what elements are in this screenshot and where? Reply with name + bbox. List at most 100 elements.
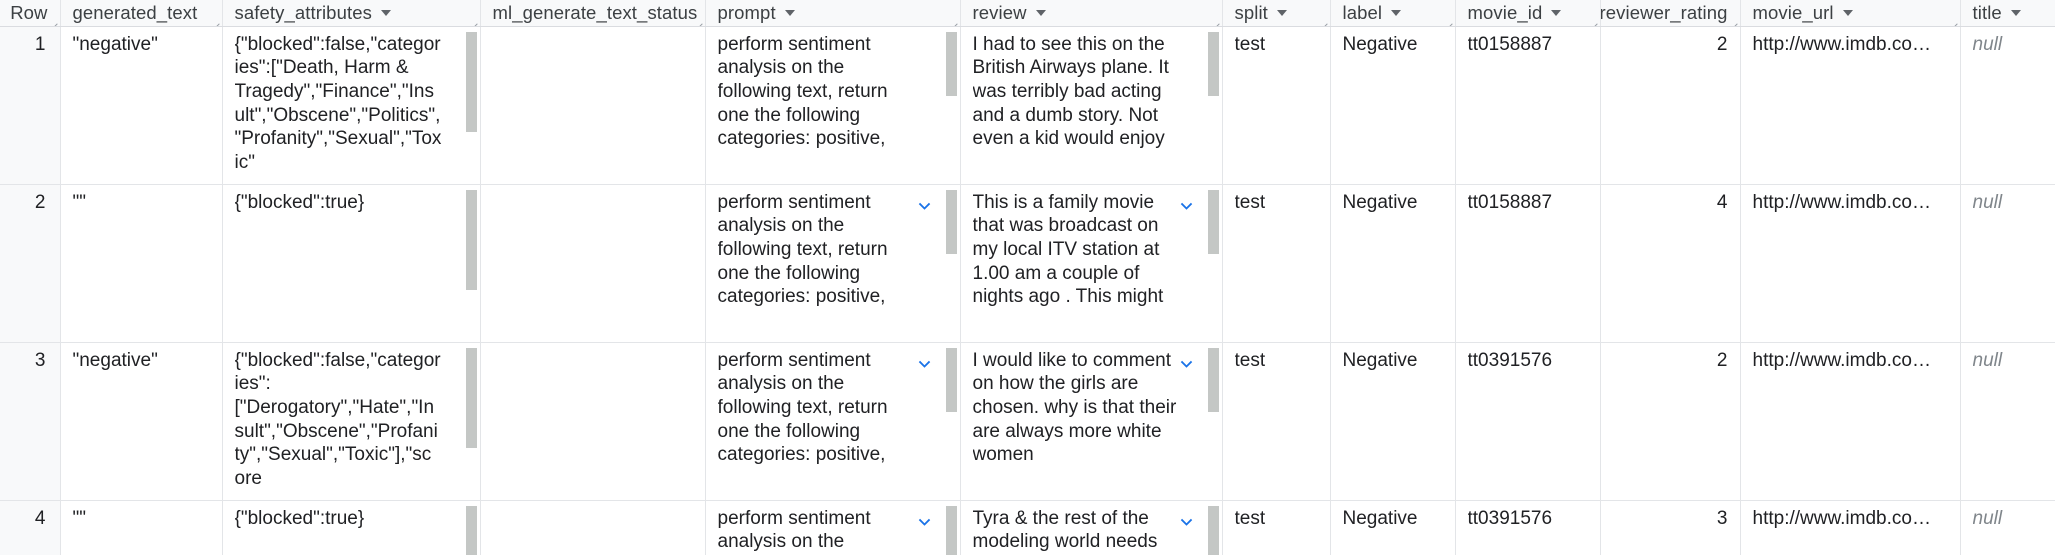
- column-resize-handle[interactable]: [1590, 17, 1599, 26]
- column-resize-handle[interactable]: [1212, 17, 1221, 26]
- cell-split: test: [1222, 500, 1331, 555]
- cell-scrollbar-review[interactable]: [1207, 189, 1219, 254]
- cell-text: http://www.imdb.co…: [1752, 507, 1931, 529]
- cell-safety_attributes: {"blocked":true}: [222, 500, 481, 555]
- cell-content: tt0158887: [1468, 33, 1588, 57]
- cell-content: http://www.imdb.co…: [1753, 507, 1948, 531]
- table-row[interactable]: 1 "negative" {"blocked":false,"categories"…: [0, 26, 2055, 185]
- cell-label: Negative: [1330, 342, 1456, 501]
- cell-scrollbar-prompt[interactable]: [945, 31, 957, 96]
- chevron-down-icon[interactable]: [1391, 10, 1402, 17]
- cell-text: test: [1234, 33, 1266, 55]
- expand-cell-chevron-down-icon[interactable]: [1177, 354, 1196, 373]
- expand-cell-chevron-down-icon[interactable]: [915, 512, 934, 531]
- cell-text: "": [72, 191, 87, 213]
- cell-content: null: [1973, 349, 2044, 373]
- cell-content: http://www.imdb.co…: [1753, 191, 1948, 215]
- chevron-down-icon[interactable]: [1276, 10, 1287, 17]
- column-header-content: ml_generate_text_status: [493, 3, 698, 23]
- column-resize-handle[interactable]: [950, 17, 959, 26]
- column-header-Row[interactable]: Row: [0, 0, 61, 27]
- cell-scrollbar-prompt[interactable]: [945, 347, 957, 412]
- expand-cell-chevron-down-icon[interactable]: [915, 196, 934, 215]
- column-header-title[interactable]: title: [1960, 0, 2055, 27]
- chevron-down-icon[interactable]: [784, 10, 795, 17]
- column-header-ml_generate_text_status[interactable]: ml_generate_text_status: [480, 0, 706, 27]
- cell-generated_text: "negative": [60, 342, 223, 501]
- column-header-generated_text[interactable]: generated_text: [60, 0, 223, 27]
- results-table: Row generated_text safety_attributes ml_gen…: [0, 0, 2055, 555]
- cell-text: null: [1972, 507, 2003, 529]
- column-header-movie_url[interactable]: movie_url: [1740, 0, 1961, 27]
- cell-scrollbar-safety_attributes[interactable]: [465, 505, 477, 555]
- cell-generated_text: "": [60, 184, 223, 343]
- cell-scrollbar-review[interactable]: [1207, 505, 1219, 555]
- table-header: Row generated_text safety_attributes ml_gen…: [0, 0, 2055, 27]
- chevron-down-icon[interactable]: [1551, 10, 1562, 17]
- table-row[interactable]: 3 "negative" {"blocked":false,"categories"…: [0, 342, 2055, 501]
- cell-text: 4: [34, 507, 46, 529]
- chevron-down-icon[interactable]: [380, 10, 391, 17]
- cell-content: tt0158887: [1468, 191, 1588, 215]
- column-header-content: movie_url: [1753, 3, 1948, 23]
- column-resize-handle[interactable]: [50, 17, 59, 26]
- column-resize-handle[interactable]: [212, 17, 221, 26]
- column-header-safety_attributes[interactable]: safety_attributes: [222, 0, 481, 27]
- cell-scrollbar-safety_attributes[interactable]: [465, 347, 477, 448]
- cell-scrollbar-safety_attributes[interactable]: [465, 31, 477, 132]
- expand-cell-chevron-down-icon[interactable]: [1177, 512, 1196, 531]
- cell-scrollbar-review[interactable]: [1207, 31, 1219, 96]
- cell-scrollbar-safety_attributes[interactable]: [465, 189, 477, 290]
- cell-safety_attributes: {"blocked":false,"categories":["Death, H…: [222, 26, 481, 185]
- cell-content: This is a family movie that was broadcas…: [973, 191, 1210, 310]
- column-header-content: review: [973, 3, 1210, 23]
- cell-content: 4: [1613, 191, 1728, 215]
- table-row[interactable]: 4 "" {"blocked":true} perform sentiment ana…: [0, 500, 2055, 555]
- cell-content: http://www.imdb.co…: [1753, 33, 1948, 57]
- cell-Row: 2: [0, 184, 61, 343]
- column-header-label: safety_attributes: [234, 1, 372, 23]
- cell-prompt: perform sentiment analysis on the follow…: [705, 184, 961, 343]
- table-row[interactable]: 2 "" {"blocked":true} perform sentiment ana…: [0, 184, 2055, 343]
- cell-text: 2: [34, 191, 46, 213]
- column-resize-handle[interactable]: [1320, 17, 1329, 26]
- cell-scrollbar-review[interactable]: [1207, 347, 1219, 412]
- cell-text: tt0158887: [1467, 33, 1553, 55]
- cell-text: 1: [34, 33, 46, 55]
- cell-movie_id: tt0391576: [1455, 342, 1601, 501]
- column-header-prompt[interactable]: prompt: [705, 0, 961, 27]
- cell-content: null: [1973, 33, 2044, 57]
- cell-text: null: [1972, 349, 2003, 371]
- column-resize-handle[interactable]: [1950, 17, 1959, 26]
- cell-title: null: [1960, 500, 2055, 555]
- cell-text: http://www.imdb.co…: [1752, 191, 1931, 213]
- column-header-split[interactable]: split: [1222, 0, 1331, 27]
- column-resize-handle[interactable]: [695, 17, 704, 26]
- column-header-label[interactable]: label: [1330, 0, 1456, 27]
- column-header-reviewer_rating[interactable]: reviewer_rating: [1600, 0, 1741, 27]
- column-resize-handle[interactable]: [470, 17, 479, 26]
- cell-text: {"blocked":false,"categories":["Death, H…: [234, 33, 442, 174]
- column-header-movie_id[interactable]: movie_id: [1455, 0, 1601, 27]
- cell-movie_url: http://www.imdb.co…: [1740, 500, 1961, 555]
- cell-text: 3: [1716, 507, 1728, 529]
- column-resize-handle[interactable]: [1445, 17, 1454, 26]
- cell-scrollbar-prompt[interactable]: [945, 505, 957, 555]
- expand-cell-chevron-down-icon[interactable]: [915, 354, 934, 373]
- cell-Row: 4: [0, 500, 61, 555]
- cell-content: 3: [12, 349, 46, 373]
- cell-content: {"blocked":false,"categories":["Death, H…: [235, 33, 468, 175]
- cell-ml_generate_text_status: [480, 26, 706, 185]
- column-header-content: Row: [10, 3, 48, 23]
- expand-cell-chevron-down-icon[interactable]: [1177, 196, 1196, 215]
- cell-text: Negative: [1342, 33, 1418, 55]
- chevron-down-icon[interactable]: [2010, 10, 2021, 17]
- column-resize-handle[interactable]: [1730, 17, 1739, 26]
- cell-content: tt0391576: [1468, 507, 1588, 531]
- cell-text: http://www.imdb.co…: [1752, 349, 1931, 371]
- chevron-down-icon[interactable]: [1842, 10, 1853, 17]
- cell-split: test: [1222, 26, 1331, 185]
- column-header-review[interactable]: review: [960, 0, 1223, 27]
- chevron-down-icon[interactable]: [1035, 10, 1046, 17]
- cell-scrollbar-prompt[interactable]: [945, 189, 957, 254]
